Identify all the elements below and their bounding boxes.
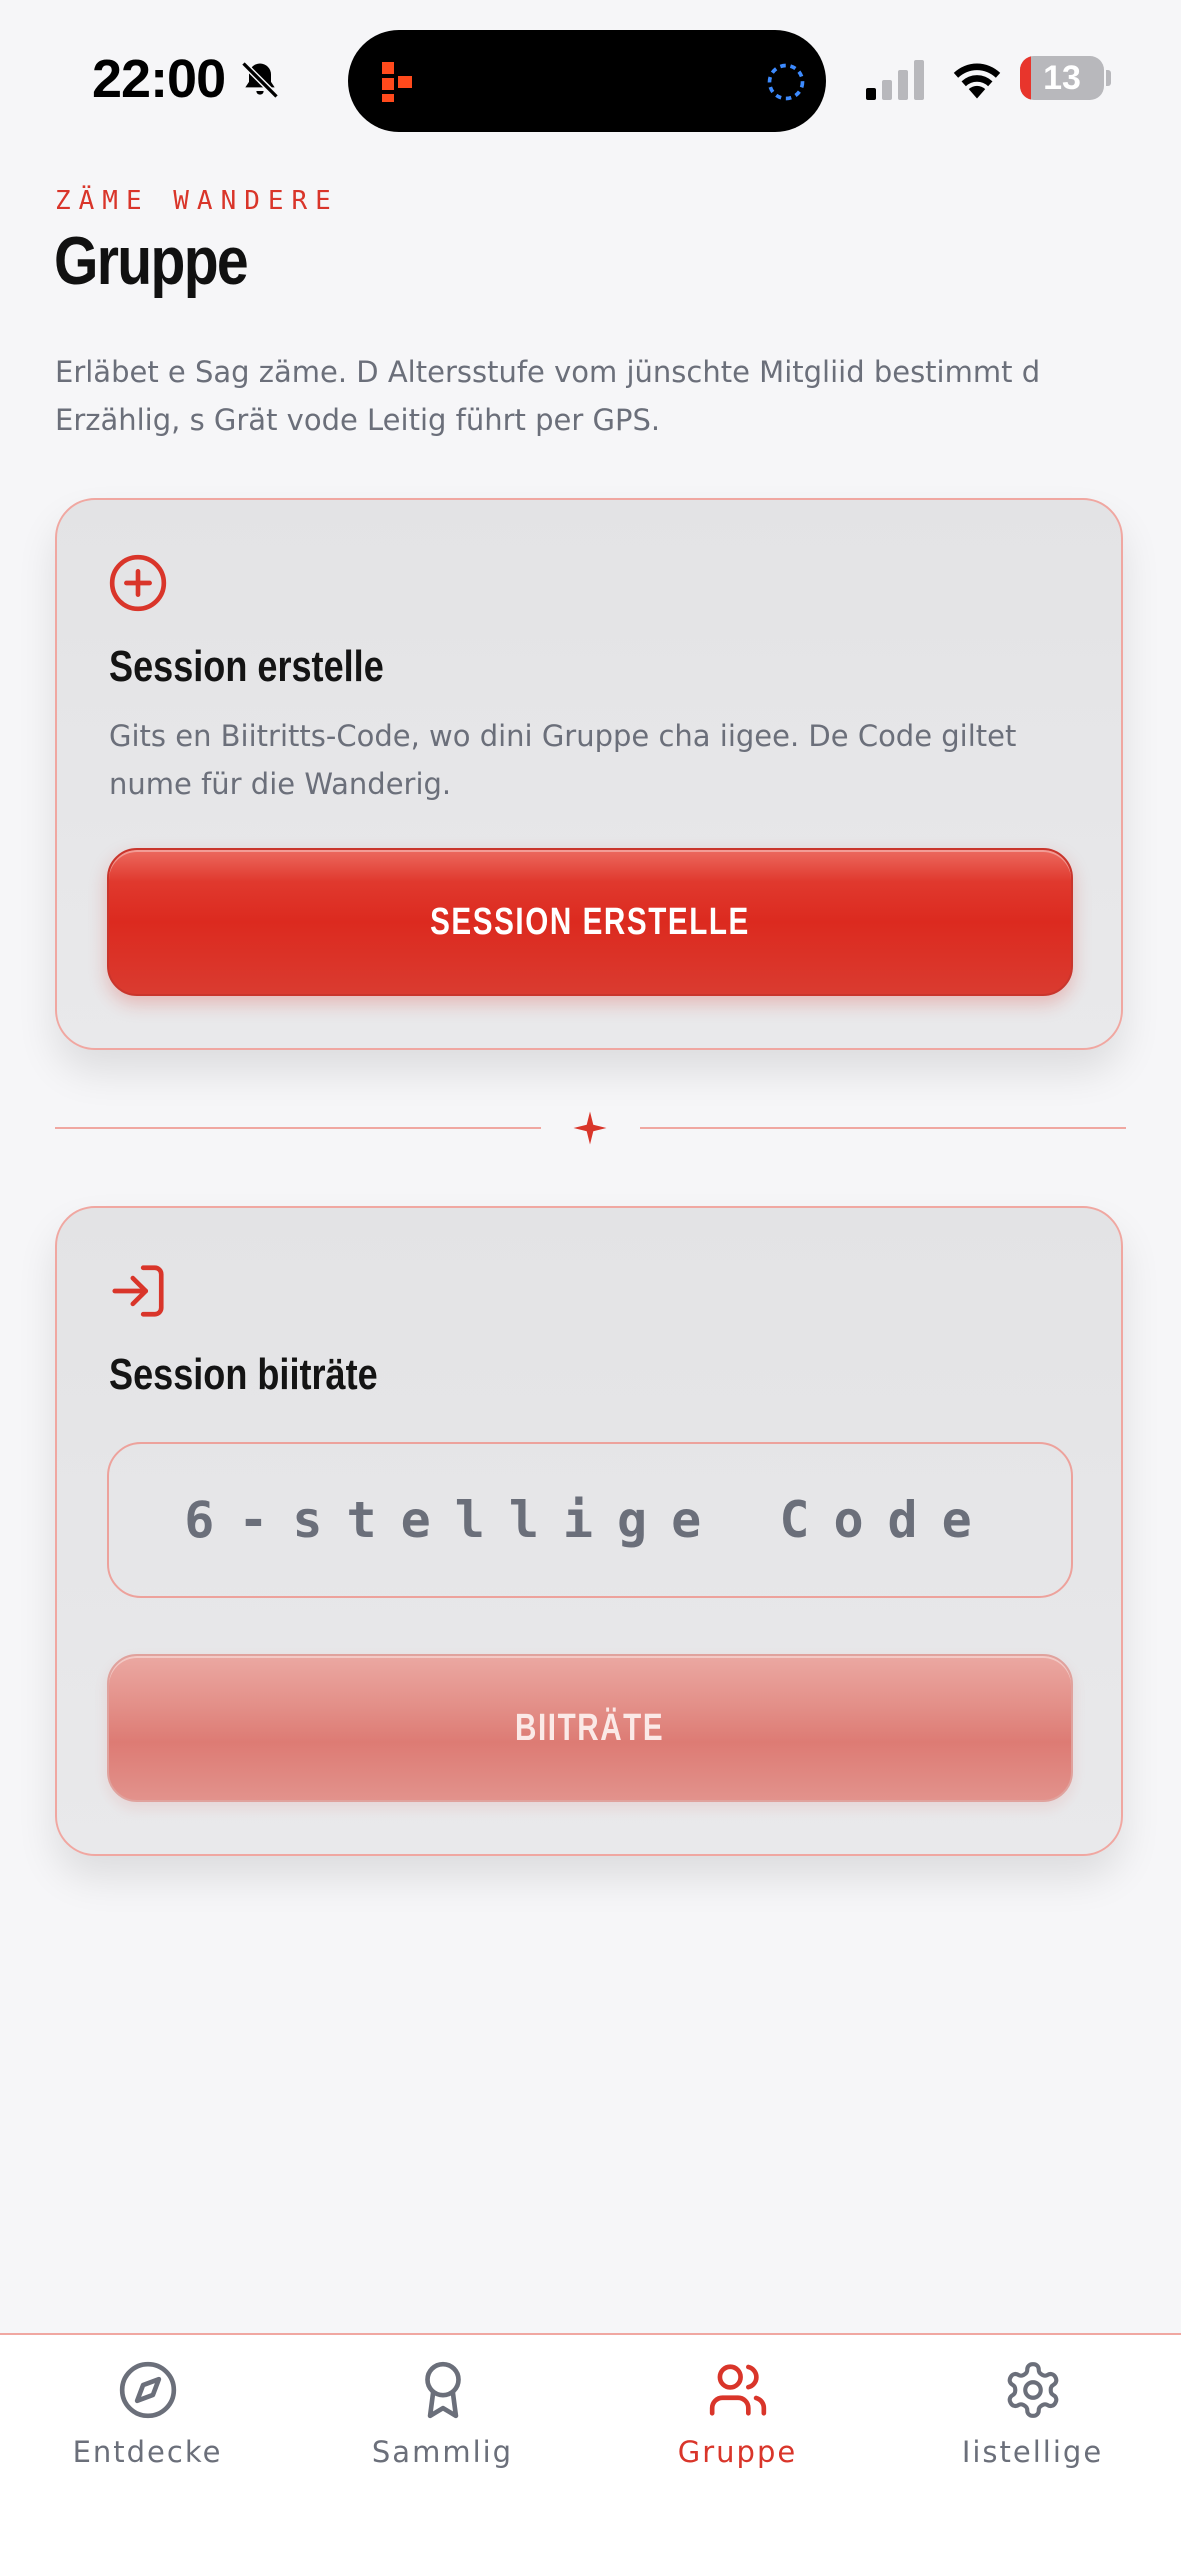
tab-sammlig-label: Sammlig bbox=[371, 2435, 514, 2469]
gear-icon bbox=[1007, 2362, 1059, 2418]
tab-entdecke[interactable]: Entdecke bbox=[0, 2335, 295, 2515]
join-session-card: Session biiträte BIITRÄTE bbox=[55, 1206, 1123, 1856]
login-arrow-icon bbox=[112, 1265, 164, 1317]
tab-iistellige-label: Iistellige bbox=[961, 2435, 1104, 2469]
app-activity-icon bbox=[382, 62, 412, 102]
users-icon bbox=[709, 2364, 767, 2416]
join-session-button-label: BIITRÄTE bbox=[515, 1706, 665, 1749]
create-session-button[interactable]: SESSION ERSTELLE bbox=[107, 848, 1073, 996]
battery-indicator: 13 bbox=[1020, 56, 1104, 100]
create-session-title: Session erstelle bbox=[109, 642, 384, 691]
bottom-tab-bar: Entdecke Sammlig Gruppe Iistellige bbox=[0, 2333, 1181, 2562]
join-session-title: Session biiträte bbox=[109, 1350, 378, 1399]
dynamic-island bbox=[348, 30, 826, 132]
status-time: 22:00 bbox=[92, 49, 226, 109]
join-session-button[interactable]: BIITRÄTE bbox=[107, 1654, 1073, 1802]
award-ribbon-icon bbox=[425, 2361, 461, 2419]
create-session-button-label: SESSION ERSTELLE bbox=[430, 900, 750, 943]
divider-line-left bbox=[55, 1127, 541, 1129]
battery-cap bbox=[1106, 70, 1111, 86]
create-session-description: Gits en Biitritts-Code, wo dini Gruppe c… bbox=[109, 719, 1017, 801]
tab-sammlig[interactable]: Sammlig bbox=[295, 2335, 590, 2515]
tab-iistellige[interactable]: Iistellige bbox=[885, 2335, 1180, 2515]
divider-line-right bbox=[640, 1127, 1126, 1129]
plus-circle-icon bbox=[109, 554, 167, 612]
page-title: Gruppe bbox=[54, 223, 249, 299]
create-session-card: Session erstelle Gits en Biitritts-Code,… bbox=[55, 498, 1123, 1050]
screen-recording-icon bbox=[767, 63, 805, 101]
cellular-signal-icon bbox=[866, 60, 924, 100]
page-intro: Erläbet e Sag zäme. D Altersstufe vom jü… bbox=[55, 355, 1041, 437]
status-bar: 22:00 13 bbox=[0, 0, 1181, 160]
wifi-icon bbox=[953, 63, 1001, 99]
section-eyebrow: ZÄME WANDERE bbox=[55, 186, 339, 216]
tab-gruppe[interactable]: Gruppe bbox=[590, 2335, 885, 2515]
compass-icon bbox=[119, 2361, 177, 2419]
tab-entdecke-label: Entdecke bbox=[72, 2435, 223, 2469]
battery-level: 13 bbox=[1043, 59, 1081, 97]
tab-gruppe-label: Gruppe bbox=[677, 2435, 798, 2469]
bell-slash-icon bbox=[241, 61, 279, 99]
sparkle-divider-icon bbox=[573, 1111, 607, 1145]
session-code-input[interactable] bbox=[107, 1442, 1073, 1598]
